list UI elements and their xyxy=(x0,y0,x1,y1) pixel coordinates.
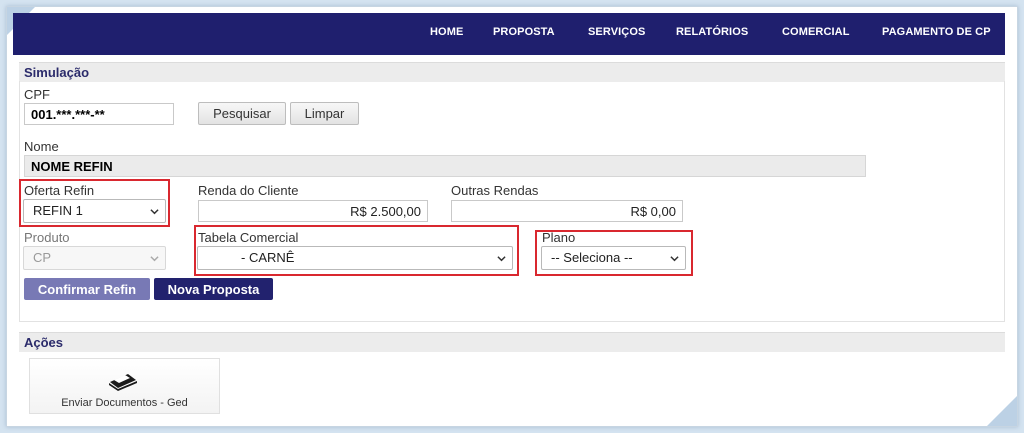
produto-select: CP xyxy=(23,246,166,270)
confirmar-refin-button[interactable]: Confirmar Refin xyxy=(24,278,150,300)
nome-label: Nome xyxy=(24,139,59,154)
cpf-input[interactable] xyxy=(24,103,174,125)
nav-pagamento-de-cp[interactable]: PAGAMENTO DE CP xyxy=(882,13,991,55)
oferta-refin-value: REFIN 1 xyxy=(33,203,83,218)
outras-rendas-input[interactable] xyxy=(451,200,683,222)
acoes-header: Ações xyxy=(19,332,1005,352)
pesquisar-button[interactable]: Pesquisar xyxy=(198,102,286,125)
nav-servicos[interactable]: SERVIÇOS xyxy=(588,13,645,55)
enviar-documentos-label: Enviar Documentos - Ged xyxy=(61,397,188,409)
nome-field xyxy=(24,155,866,177)
scanner-icon xyxy=(109,374,137,391)
produto-value: CP xyxy=(33,250,52,265)
nova-proposta-button[interactable]: Nova Proposta xyxy=(154,278,273,300)
plano-value: -- Seleciona -- xyxy=(551,250,633,265)
renda-cliente-label: Renda do Cliente xyxy=(198,183,299,198)
limpar-button[interactable]: Limpar xyxy=(290,102,359,125)
outras-rendas-label: Outras Rendas xyxy=(451,183,539,198)
nav-home[interactable]: HOME xyxy=(430,13,463,55)
produto-label: Produto xyxy=(24,230,70,245)
plano-label: Plano xyxy=(542,230,576,245)
tabela-comercial-select[interactable]: - CARNÊ xyxy=(197,246,513,270)
oferta-refin-label: Oferta Refin xyxy=(24,183,95,198)
enviar-documentos-ged-button[interactable]: Enviar Documentos - Ged xyxy=(29,358,220,414)
chevron-down-icon xyxy=(670,256,679,262)
oferta-refin-select[interactable]: REFIN 1 xyxy=(23,199,166,223)
page-corner-bottom-right xyxy=(987,396,1017,426)
nav-relatorios[interactable]: RELATÓRIOS xyxy=(676,13,748,55)
chevron-down-icon xyxy=(150,256,159,262)
renda-cliente-input[interactable] xyxy=(198,200,428,222)
nav-comercial[interactable]: COMERCIAL xyxy=(782,13,850,55)
simulacao-header: Simulação xyxy=(19,62,1005,82)
plano-select[interactable]: -- Seleciona -- xyxy=(541,246,686,270)
cpf-label: CPF xyxy=(24,87,50,102)
tabela-comercial-value: - CARNÊ xyxy=(241,250,295,265)
top-navbar: HOME PROPOSTA SERVIÇOS RELATÓRIOS COMERC… xyxy=(13,13,1005,55)
chevron-down-icon xyxy=(150,209,159,215)
nav-proposta[interactable]: PROPOSTA xyxy=(493,13,555,55)
tabela-comercial-label: Tabela Comercial xyxy=(198,230,299,245)
chevron-down-icon xyxy=(497,256,506,262)
